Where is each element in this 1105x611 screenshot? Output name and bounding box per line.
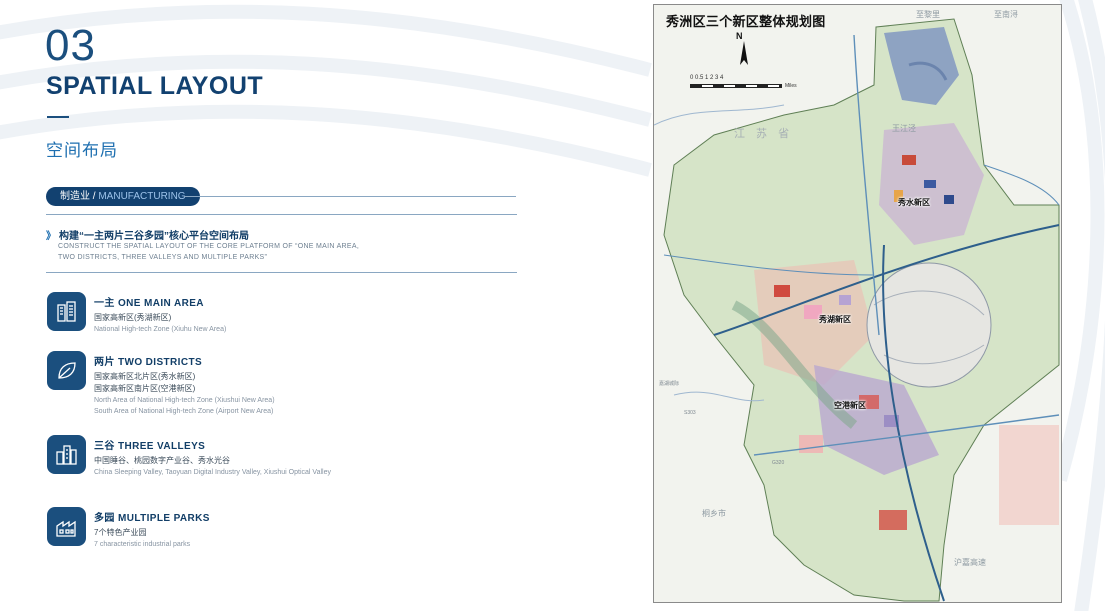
page-title: SPATIAL LAYOUT [46,72,264,100]
subheading-divider-top [46,214,517,215]
factory-icon [47,507,86,546]
compass-label: N [736,31,743,41]
badge-divider [184,196,516,197]
subheading: 》构建“一主两片三谷多园”核心平台空间布局 [46,227,249,242]
scale-bar [690,84,782,88]
scale-unit: Miles [785,83,797,89]
place-label-huzhou: 沪嘉高速 [954,558,986,567]
double-chevron-icon: 》 [46,231,56,242]
item-description-cn: 国家高新区(秀湖新区) [94,313,172,322]
district-label-konggang: 空港新区 [834,401,866,410]
road-label-s303: S303 [684,410,696,416]
item-heading: 三谷 THREE VALLEYS [94,441,206,452]
place-label-zhilizhen: 至黎里 [916,10,940,19]
planning-map: 秀洲区三个新区整体规划图 N 0 0.5 1 2 3 4 Miles 秀水新区 … [653,4,1062,603]
item-description-cn: 中国睡谷、桃园数字产业谷、秀水光谷 [94,456,230,465]
item-description-en: South Area of National High-tech Zone (A… [94,408,274,415]
building-icon [47,292,86,331]
item-heading: 两片 TWO DISTRICTS [94,357,203,368]
district-label-xiuhu: 秀湖新区 [819,315,851,324]
item-description-en: National High-tech Zone (Xiuhu New Area) [94,326,227,333]
city-icon [47,435,86,474]
road-label-g320: G320 [772,460,785,466]
item-description-en: North Area of National High-tech Zone (X… [94,397,275,404]
district-label-xiushui: 秀水新区 [898,198,930,207]
item-description-en: 7 characteristic industrial parks [94,541,191,548]
subheading-en-line-2: TWO DISTRICTS, THREE VALLEYS AND MULTIPL… [58,254,268,261]
map-title: 秀洲区三个新区整体规划图 [666,14,826,29]
place-label-wangjiangjing: 王江泾 [892,124,916,133]
place-label-jiangsu: 江 苏 省 [734,128,794,140]
item-heading: 多园 MULTIPLE PARKS [94,513,210,524]
item-description-en: China Sleeping Valley, Taoyuan Digital I… [94,469,331,476]
item-description-cn: 国家高新区南片区(空港新区) [94,384,196,393]
title-divider [47,116,69,118]
place-label-tongxiang: 桐乡市 [702,509,726,518]
subheading-en: CONSTRUCT THE SPATIAL LAYOUT OF THE CORE… [58,241,498,263]
place-label-zhinanxun: 至南浔 [994,10,1018,19]
item-heading: 一主 ONE MAIN AREA [94,298,204,309]
section-number: 03 [45,21,96,70]
category-badge: 制造业 / MANUFACTURING [46,187,200,206]
item-description-cn: 国家高新区北片区(秀水新区) [94,372,196,381]
subheading-divider-bottom [46,272,517,273]
north-arrow-icon [740,41,748,65]
scale-numbers: 0 0.5 1 2 3 4 [690,75,724,81]
subheading-en-line-1: CONSTRUCT THE SPATIAL LAYOUT OF THE CORE… [58,243,360,250]
badge-label-en: MANUFACTURING [98,191,186,202]
leaf-icon [47,351,86,390]
road-label-jiaxing: 嘉湖城际 [659,381,680,387]
item-description-cn: 7个特色产业园 [94,528,147,537]
badge-label-cn: 制造业 / [60,191,96,202]
page-title-chinese: 空间布局 [46,141,118,160]
